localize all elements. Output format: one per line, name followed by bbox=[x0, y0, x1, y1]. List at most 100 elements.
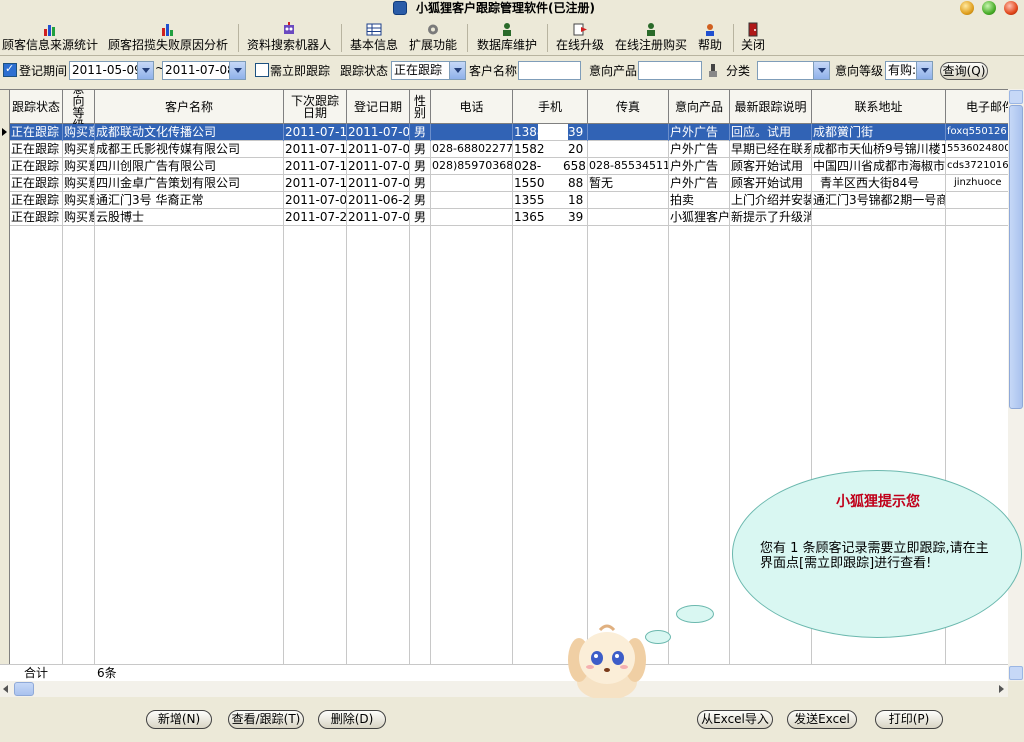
toolbar: 顾客信息来源统计 顾客招揽失败原因分析 资料搜索机器人 基本信息 扩展功能 数据… bbox=[0, 18, 1024, 56]
failure-analysis-button[interactable]: 顾客招揽失败原因分析 bbox=[106, 22, 230, 54]
status-label: 跟踪状态 bbox=[340, 64, 389, 78]
category-select[interactable] bbox=[757, 61, 830, 80]
date-from-picker[interactable]: 2011-05-09 bbox=[69, 61, 154, 80]
table-row[interactable]: 正在跟踪 购买意 四川金卓广告策划有限公司 2011-07-11 2011-07… bbox=[0, 175, 1008, 192]
chevron-down-icon[interactable] bbox=[449, 62, 465, 79]
toolbar-separator bbox=[341, 24, 342, 52]
table-icon bbox=[366, 23, 382, 36]
scroll-right-icon[interactable] bbox=[999, 685, 1004, 693]
customer-name-input[interactable] bbox=[518, 61, 581, 80]
vertical-scroll-thumb[interactable] bbox=[1009, 105, 1023, 409]
online-upgrade-button[interactable]: 在线升级 bbox=[553, 22, 607, 54]
window-title: 小狐狸客户跟踪管理软件(已注册) bbox=[416, 1, 595, 15]
status-select[interactable]: 正在跟踪 bbox=[391, 61, 466, 80]
toolbar-separator bbox=[238, 24, 239, 52]
source-stats-button[interactable]: 顾客信息来源统计 bbox=[1, 22, 99, 54]
need-follow-checkbox[interactable] bbox=[255, 63, 269, 77]
row-indicator-header bbox=[0, 90, 10, 124]
table-row[interactable]: 正在跟踪 购买意 四川创限广告有限公司 2011-07-18 2011-07-0… bbox=[0, 158, 1008, 175]
level-label: 意向等级 bbox=[835, 64, 884, 78]
register-purchase-button[interactable]: 在线注册购买 bbox=[613, 22, 689, 54]
col-tel[interactable]: 电话 bbox=[431, 90, 513, 124]
col-status[interactable]: 跟踪状态 bbox=[10, 90, 63, 124]
total-count: 6条 bbox=[97, 666, 117, 680]
toolbar-separator bbox=[547, 24, 548, 52]
help-button[interactable]: 帮助 bbox=[695, 22, 725, 54]
brush-icon[interactable] bbox=[707, 64, 719, 78]
col-level[interactable]: 意向等级 bbox=[63, 90, 95, 124]
extensions-button[interactable]: 扩展功能 bbox=[407, 22, 459, 54]
thought-dot bbox=[676, 605, 714, 623]
table-row[interactable]: 正在跟踪 购买意 成都联动文化传播公司 2011-07-18 2011-07-0… bbox=[0, 124, 1008, 141]
fox-mascot-icon bbox=[568, 624, 646, 700]
col-note[interactable]: 最新跟踪说明 bbox=[730, 90, 812, 124]
table-footer: 合计 6条 bbox=[0, 664, 1008, 681]
col-email[interactable]: 电子邮件 bbox=[946, 90, 1008, 124]
minimize-button[interactable] bbox=[960, 1, 974, 15]
col-name[interactable]: 客户名称 bbox=[95, 90, 284, 124]
delete-button[interactable]: 删除(D) bbox=[318, 710, 386, 729]
col-product[interactable]: 意向产品 bbox=[669, 90, 730, 124]
level-select[interactable]: 有购: bbox=[885, 61, 933, 80]
col-sex[interactable]: 性别 bbox=[410, 90, 431, 124]
search-robot-button[interactable]: 资料搜索机器人 bbox=[245, 22, 333, 54]
bar-chart-icon bbox=[44, 25, 55, 36]
col-address[interactable]: 联系地址 bbox=[812, 90, 946, 124]
chevron-down-icon[interactable] bbox=[916, 62, 932, 79]
view-follow-button[interactable]: 查看/跟踪(T) bbox=[228, 710, 304, 729]
reminder-bubble[interactable]: 小狐狸提示您 您有 1 条顾客记录需要立即跟踪,请在主界面点[需立即跟踪]进行查… bbox=[732, 470, 1022, 638]
reminder-title: 小狐狸提示您 bbox=[836, 494, 920, 510]
date-to-picker[interactable]: 2011-07-08 bbox=[162, 61, 246, 80]
col-reg-date[interactable]: 登记日期 bbox=[347, 90, 410, 124]
close-app-button[interactable]: 关闭 bbox=[738, 22, 768, 54]
scroll-up-button[interactable] bbox=[1009, 90, 1023, 104]
current-row-indicator bbox=[0, 124, 10, 141]
add-button[interactable]: 新增(N) bbox=[146, 710, 212, 729]
chevron-down-icon[interactable] bbox=[813, 62, 829, 79]
chevron-down-icon[interactable] bbox=[137, 62, 153, 79]
import-excel-button[interactable]: 从Excel导入 bbox=[697, 710, 773, 729]
total-label: 合计 bbox=[24, 666, 49, 680]
title-bar: 小狐狸客户跟踪管理软件(已注册) bbox=[0, 0, 1024, 17]
product-input[interactable] bbox=[638, 61, 702, 80]
print-button[interactable]: 打印(P) bbox=[875, 710, 943, 729]
close-door-icon bbox=[748, 22, 758, 37]
upgrade-arrow-icon bbox=[573, 23, 587, 36]
reg-period-checkbox[interactable] bbox=[3, 62, 17, 77]
chevron-down-icon[interactable] bbox=[229, 62, 245, 79]
redacted-block bbox=[538, 124, 568, 140]
robot-icon bbox=[284, 22, 294, 34]
horizontal-scrollbar[interactable] bbox=[0, 681, 1008, 697]
query-button[interactable]: 查询(Q) bbox=[940, 62, 988, 80]
db-maintenance-button[interactable]: 数据库维护 bbox=[474, 22, 540, 54]
need-follow-label: 需立即跟踪 bbox=[270, 64, 331, 78]
close-window-button[interactable] bbox=[1004, 1, 1018, 15]
bar-chart-icon bbox=[162, 24, 173, 36]
vertical-scrollbar[interactable] bbox=[1008, 89, 1024, 681]
person-icon bbox=[503, 23, 511, 36]
horizontal-scroll-thumb[interactable] bbox=[14, 682, 34, 696]
toolbar-separator bbox=[733, 24, 734, 52]
send-excel-button[interactable]: 发送Excel bbox=[787, 710, 857, 729]
thought-dot bbox=[645, 630, 671, 644]
toolbar-separator bbox=[467, 24, 468, 52]
table-row[interactable]: 正在跟踪 购买意 云股博士 2011-07-25 2011-07-06 男 13… bbox=[0, 209, 1008, 226]
scroll-down-button[interactable] bbox=[1009, 666, 1023, 680]
reg-period-label: 登记期间 bbox=[19, 64, 68, 78]
filter-bar: 登记期间 2011-05-09 ~ 2011-07-08 需立即跟踪 跟踪状态 … bbox=[0, 58, 1024, 84]
basic-info-button[interactable]: 基本信息 bbox=[348, 22, 400, 54]
col-mobile[interactable]: 手机 bbox=[513, 90, 588, 124]
app-icon bbox=[393, 1, 407, 15]
maximize-button[interactable] bbox=[982, 1, 996, 15]
product-label: 意向产品 bbox=[589, 64, 638, 78]
col-fax[interactable]: 传真 bbox=[588, 90, 669, 124]
table-row[interactable]: 正在跟踪 购买意 成都王氏影视传媒有限公司 2011-07-11 2011-07… bbox=[0, 141, 1008, 158]
bottom-bar: 新增(N) 查看/跟踪(T) 删除(D) 从Excel导入 发送Excel 打印… bbox=[0, 698, 1024, 742]
scroll-left-icon[interactable] bbox=[3, 685, 8, 693]
customer-name-label: 客户名称 bbox=[469, 64, 518, 78]
person-icon bbox=[647, 23, 655, 36]
table-header: 跟踪状态 意向等级 客户名称 下次跟踪日期 登记日期 性别 电话 手机 传真 意… bbox=[0, 90, 1008, 124]
table-row[interactable]: 正在跟踪 购买意 通汇门3号 华裔正常 2011-07-08 2011-06-2… bbox=[0, 192, 1008, 209]
gear-icon bbox=[428, 24, 438, 35]
col-next-date[interactable]: 下次跟踪日期 bbox=[284, 90, 347, 124]
